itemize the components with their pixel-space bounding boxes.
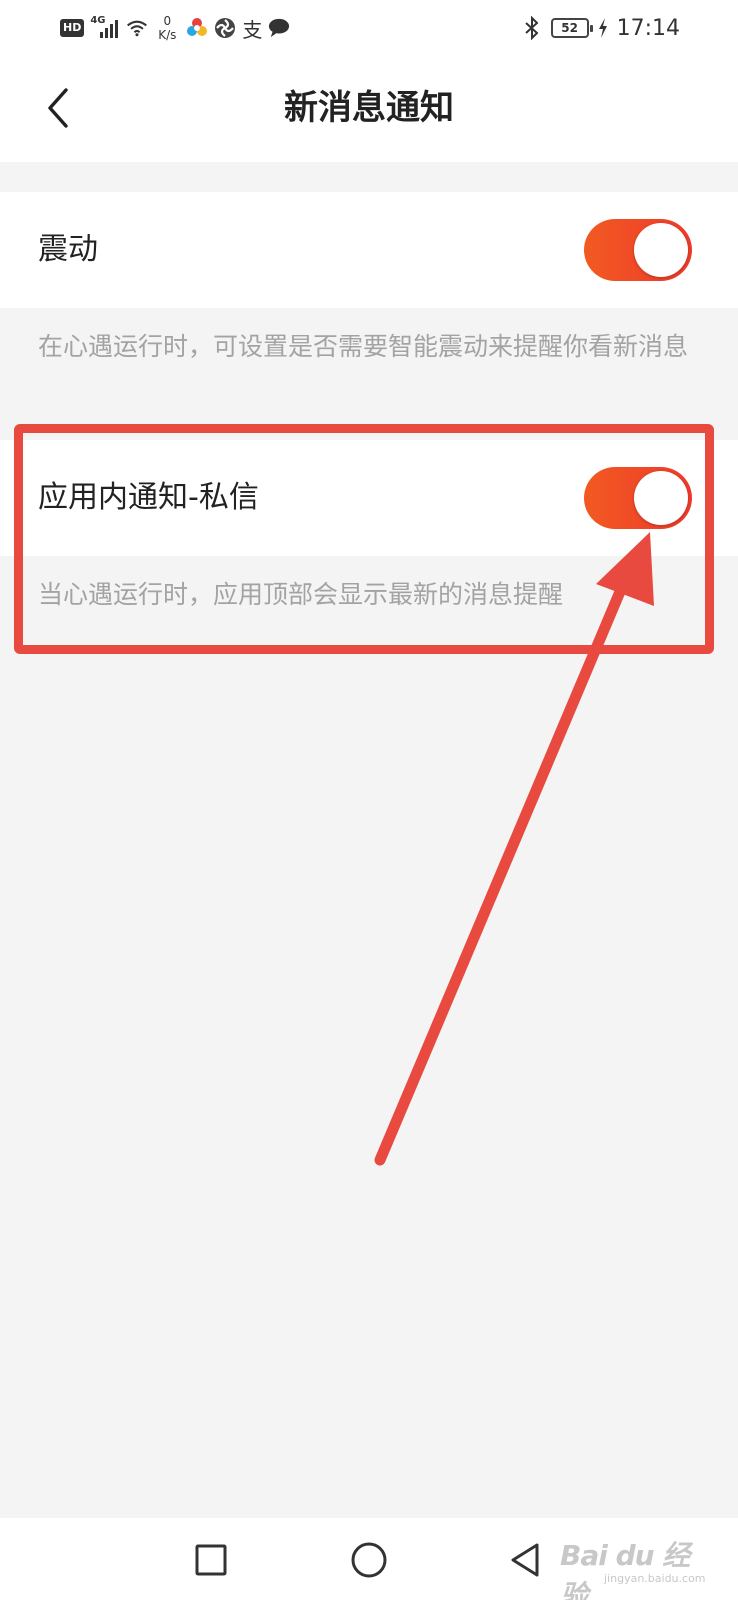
status-bar-left: HD 4G 0 K/s 支: [60, 12, 290, 44]
setting-desc-vibration: 在心遇运行时，可设置是否需要智能震动来提醒你看新消息: [38, 332, 689, 361]
hd-badge: HD: [60, 19, 85, 37]
bluetooth-icon: [521, 16, 543, 40]
setting-label-vibration: 震动: [38, 232, 98, 267]
vibration-toggle[interactable]: [584, 219, 692, 281]
square-recent-icon: [195, 1544, 227, 1576]
baidu-watermark: Bai du 经验 jingyan.baidu.com: [560, 1530, 710, 1600]
back-button[interactable]: [34, 80, 82, 136]
setting-row-private-message: 应用内通知-私信: [0, 440, 738, 556]
circle-home-icon: [351, 1542, 387, 1578]
speed-unit: K/s: [158, 28, 177, 42]
battery-level: 52: [561, 21, 578, 35]
signal-icon: 4G: [90, 16, 120, 40]
chevron-left-icon: [48, 88, 68, 128]
alipay-icon: 支: [242, 17, 263, 42]
wifi-icon: [126, 17, 148, 39]
watermark-url: jingyan.baidu.com: [604, 1572, 706, 1585]
home-button[interactable]: [341, 1532, 397, 1588]
app-color-icon: [186, 17, 208, 39]
app-header: 新消息通知: [0, 54, 738, 162]
back-nav-button[interactable]: [497, 1532, 553, 1588]
private-message-toggle[interactable]: [584, 467, 692, 529]
toggle-knob: [634, 471, 688, 525]
app-swirl-icon: [214, 17, 236, 39]
setting-row-vibration: 震动: [0, 192, 738, 308]
toggle-knob: [634, 223, 688, 277]
setting-label-private-message: 应用内通知-私信: [38, 480, 259, 515]
recent-apps-button[interactable]: [183, 1532, 239, 1588]
status-bar-right: 52 17:14: [521, 12, 680, 44]
status-time: 17:14: [616, 15, 680, 41]
setting-desc-private-message: 当心遇运行时，应用顶部会显示最新的消息提醒: [38, 580, 564, 609]
watermark-brand: Bai du 经验: [560, 1539, 690, 1600]
status-bar: HD 4G 0 K/s 支 52 17:14: [0, 0, 738, 54]
battery-icon: 52: [550, 18, 593, 38]
screen: HD 4G 0 K/s 支 52 17:14 新消息通知 震动 在心遇运行时，可…: [0, 0, 738, 1600]
speed-value: 0: [163, 14, 172, 28]
chat-bubble-icon: [268, 17, 290, 39]
network-speed: 0 K/s: [154, 14, 180, 42]
triangle-back-icon: [511, 1543, 539, 1577]
charging-icon: [597, 17, 609, 39]
page-title: 新消息通知: [284, 88, 454, 128]
